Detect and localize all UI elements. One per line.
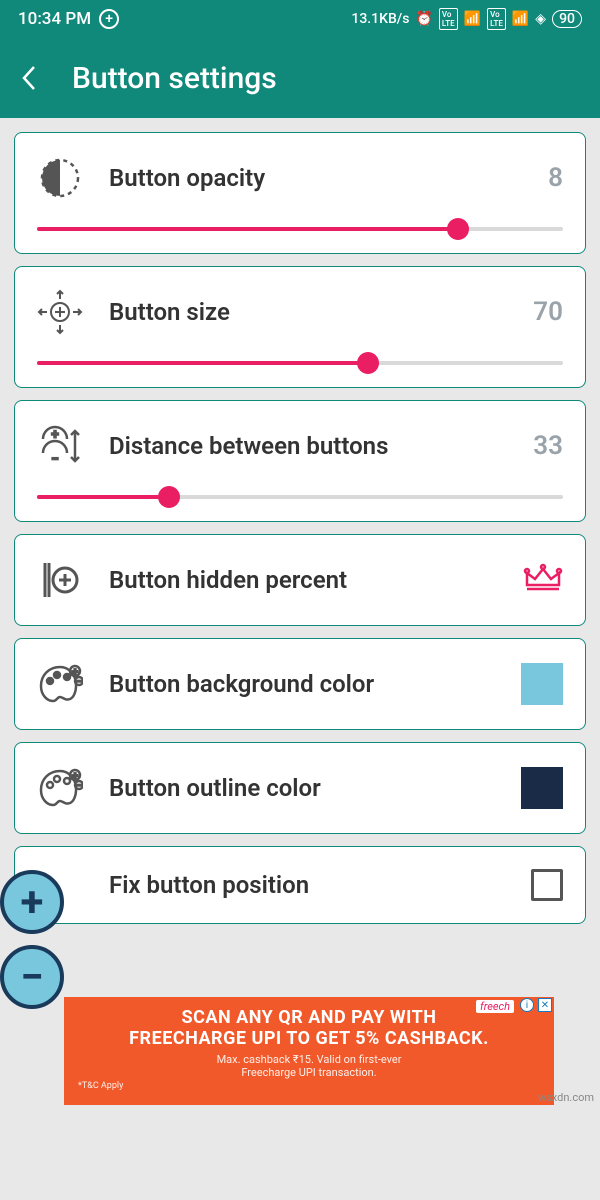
setting-opacity[interactable]: Button opacity 8 xyxy=(14,132,586,254)
contrast-icon xyxy=(37,155,83,201)
setting-value: 70 xyxy=(533,297,563,327)
app-bar: Button settings xyxy=(0,38,600,118)
fab-zoom-out[interactable]: − xyxy=(0,945,64,1009)
bgcolor-swatch[interactable] xyxy=(521,663,563,705)
setting-label: Button outline color xyxy=(109,774,495,802)
outline-swatch[interactable] xyxy=(521,767,563,809)
setting-label: Fix button position xyxy=(109,871,505,899)
status-bar: 10:34 PM + 13.1KB/s ⏰ VoLTE 📶 VoLTE 📶 ◈ … xyxy=(0,0,600,38)
status-speed: 13.1KB/s xyxy=(351,11,409,27)
ad-headline-1: SCAN ANY QR AND PAY WITH xyxy=(78,1007,540,1028)
setting-label: Button background color xyxy=(109,670,495,698)
ad-banner[interactable]: freech i ✕ SCAN ANY QR AND PAY WITH FREE… xyxy=(64,997,554,1105)
alarm-icon: ⏰ xyxy=(415,11,432,27)
ad-close-icon[interactable]: ✕ xyxy=(538,998,552,1012)
watermark: wsxdn.com xyxy=(538,1091,594,1104)
volte-icon: VoLTE xyxy=(439,8,458,30)
opacity-slider[interactable] xyxy=(37,227,563,231)
volte-icon-2: VoLTE xyxy=(487,8,506,30)
setting-value: 33 xyxy=(533,431,563,461)
status-time: 10:34 PM xyxy=(18,9,91,29)
ad-terms: *T&C Apply xyxy=(78,1081,540,1091)
ad-sub-2: Freecharge UPI transaction. xyxy=(78,1066,540,1079)
wifi-icon: ◈ xyxy=(535,11,546,27)
crown-icon xyxy=(523,563,563,597)
fab-zoom-in[interactable]: + xyxy=(0,870,64,934)
palette-icon: +− xyxy=(37,661,83,707)
resize-icon xyxy=(37,289,83,335)
setting-label: Button hidden percent xyxy=(109,566,497,594)
battery-indicator: 90 xyxy=(552,10,582,28)
fixpos-checkbox[interactable] xyxy=(531,869,563,901)
ad-headline-2: FREECHARGE UPI TO GET 5% CASHBACK. xyxy=(78,1028,540,1049)
distance-slider[interactable] xyxy=(37,495,563,499)
ad-sub-1: Max. cashback ₹15. Valid on first-ever xyxy=(78,1053,540,1066)
svg-text:+: + xyxy=(52,427,59,441)
svg-text:−: − xyxy=(77,781,82,790)
page-title: Button settings xyxy=(72,61,277,96)
signal-icon: 📶 xyxy=(464,11,481,27)
plus-circle-icon: + xyxy=(99,9,119,29)
setting-value: 8 xyxy=(548,163,563,193)
back-icon[interactable] xyxy=(18,64,40,92)
setting-fix-position[interactable]: Fix button position xyxy=(14,846,586,924)
setting-distance[interactable]: +− Distance between buttons 33 xyxy=(14,400,586,522)
svg-text:−: − xyxy=(52,452,59,466)
ad-info-icon[interactable]: i xyxy=(520,998,534,1012)
setting-label: Button opacity xyxy=(109,164,522,192)
palette-outline-icon: +− xyxy=(37,765,83,811)
setting-label: Distance between buttons xyxy=(109,432,507,460)
size-slider[interactable] xyxy=(37,361,563,365)
settings-list: Button opacity 8 Button size 70 +− Dista… xyxy=(0,118,600,938)
svg-text:−: − xyxy=(77,677,82,686)
setting-size[interactable]: Button size 70 xyxy=(14,266,586,388)
setting-hidden-percent[interactable]: Button hidden percent xyxy=(14,534,586,626)
setting-outline-color[interactable]: +− Button outline color xyxy=(14,742,586,834)
ad-brand: freech xyxy=(476,1000,514,1013)
signal-icon-2: 📶 xyxy=(512,11,529,27)
hidden-icon xyxy=(37,557,83,603)
setting-bgcolor[interactable]: +− Button background color xyxy=(14,638,586,730)
distance-icon: +− xyxy=(37,423,83,469)
setting-label: Button size xyxy=(109,298,507,326)
